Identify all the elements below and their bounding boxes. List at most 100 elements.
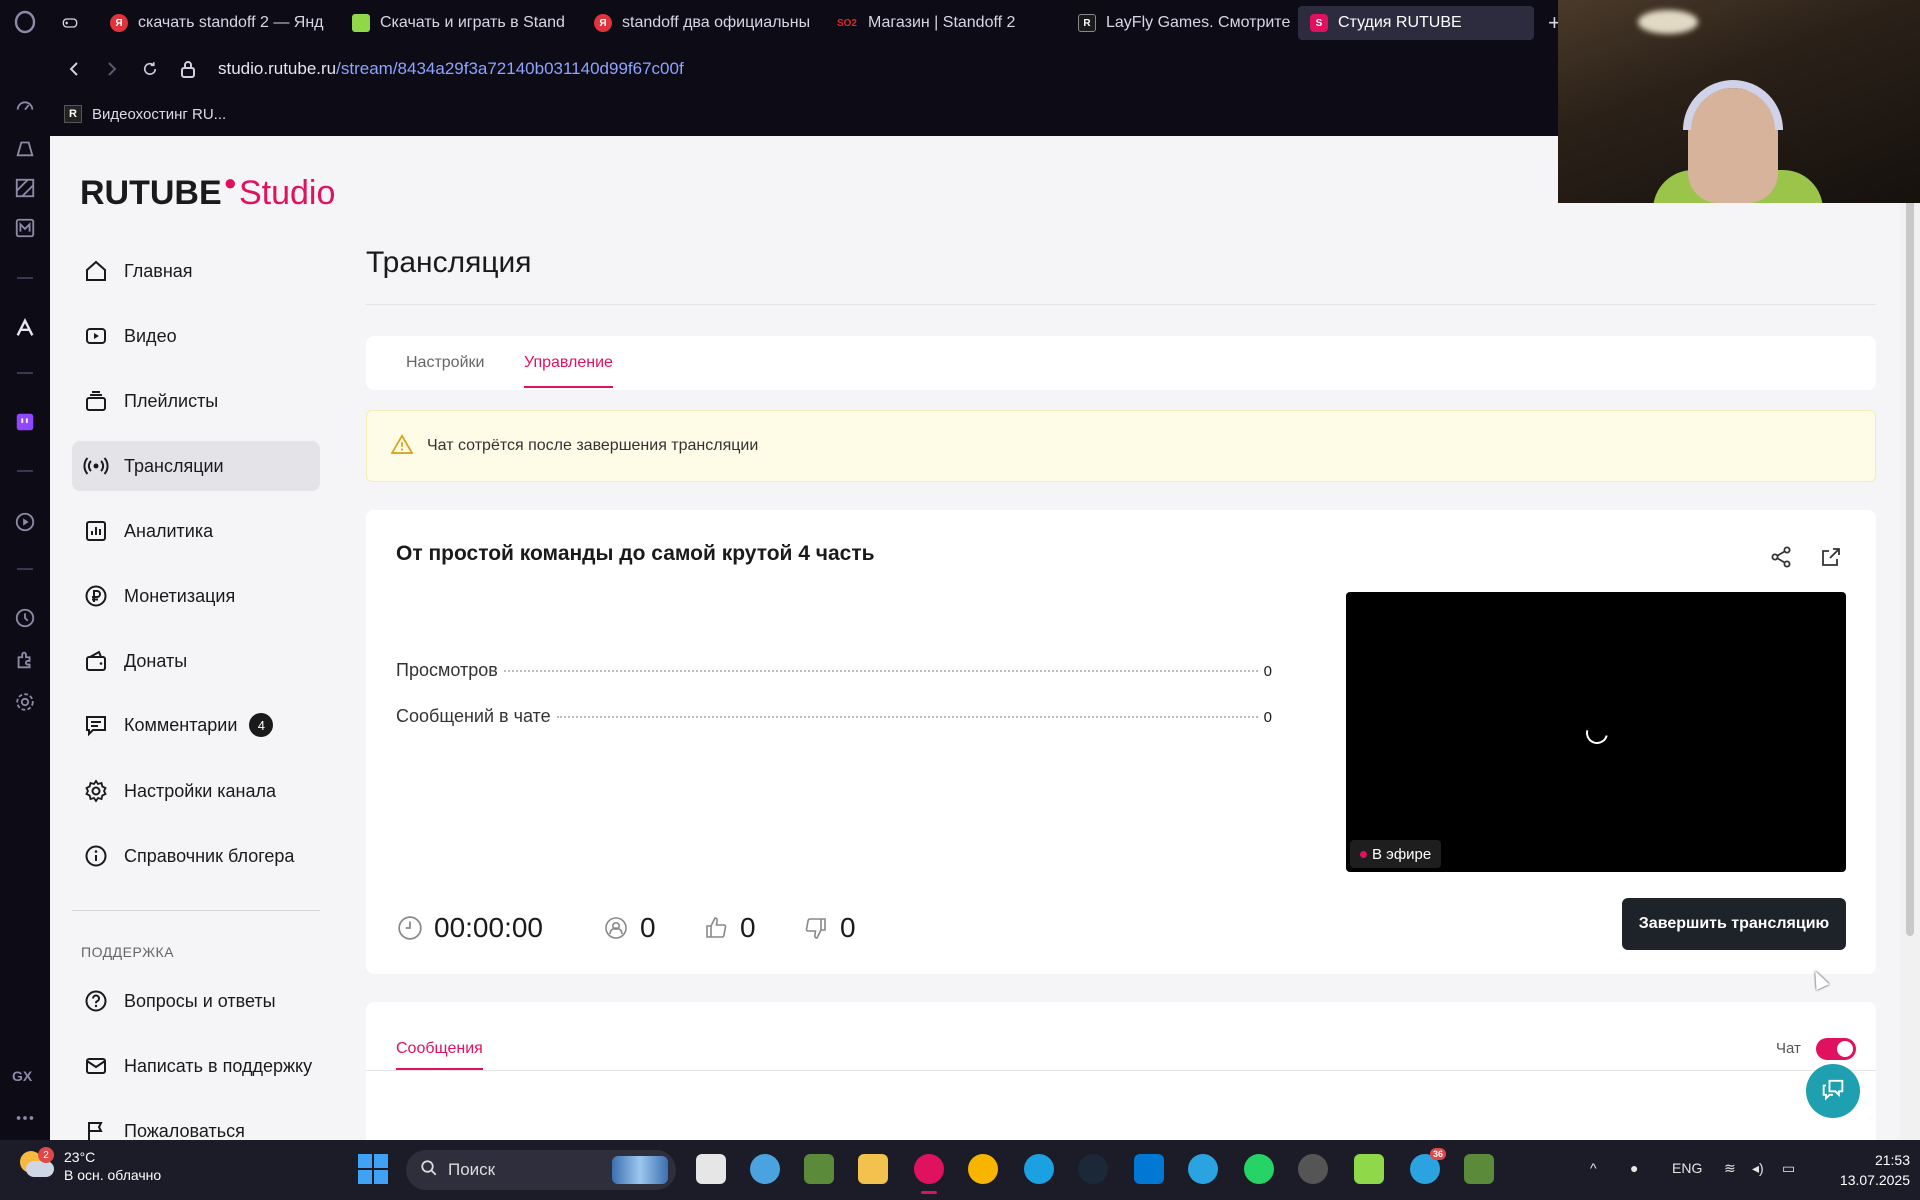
battery-icon[interactable]: ▭ (1782, 1160, 1795, 1177)
browser-tab[interactable]: Скачать и играть в Stand (340, 6, 580, 40)
support-chat-icon (1819, 1075, 1847, 1108)
windows-start-icon[interactable] (358, 1154, 388, 1184)
analytics-icon (82, 517, 110, 545)
microphone-icon[interactable]: ● (1630, 1160, 1638, 1176)
sidebar-item-broadcasts[interactable]: Трансляции (72, 441, 320, 491)
sidebar-item-report[interactable]: Пожаловаться (72, 1106, 320, 1140)
music-app-icon[interactable] (968, 1154, 998, 1184)
whatsapp-icon[interactable] (1244, 1154, 1274, 1184)
wifi-icon[interactable]: ≋ (1724, 1160, 1736, 1177)
url-field[interactable]: studio.rutube.ru/stream/8434a29f3a72140b… (218, 59, 684, 79)
sidebar-item-playlists[interactable]: Плейлисты (72, 376, 320, 426)
game-tab-icon[interactable] (50, 6, 90, 40)
page-title: Трансляция (366, 246, 532, 279)
sidebar-item-comments[interactable]: Комментарии 4 (72, 700, 320, 750)
thumbs-down-icon (802, 914, 830, 942)
extensions-icon[interactable] (13, 648, 37, 672)
browser-tab[interactable]: Я standoff два официальны (582, 6, 822, 40)
task-view-icon[interactable] (696, 1154, 726, 1184)
settings-gear-icon[interactable] (13, 690, 37, 714)
sidebar-item-blogger-guide[interactable]: Справочник блогера (72, 831, 320, 881)
stream-preview-player[interactable]: В эфире (1346, 592, 1846, 872)
gear-icon (82, 777, 110, 805)
chat-toggle[interactable] (1816, 1038, 1856, 1060)
rail-divider (17, 277, 33, 279)
mail-app-icon[interactable] (13, 216, 37, 240)
tab-messages[interactable]: Сообщения (396, 1040, 483, 1070)
url-path: /stream/8434a29f3a72140b031140d99f67c00f (336, 59, 684, 78)
sidebar-item-monetization[interactable]: Монетизация (72, 571, 320, 621)
chat-toggle-label: Чат (1776, 1040, 1801, 1057)
page-scrollbar[interactable] (1900, 136, 1920, 1140)
file-explorer-icon[interactable] (858, 1154, 888, 1184)
sidebar-item-home[interactable]: Главная (72, 246, 320, 296)
chat-warning-banner: Чат сотрётся после завершения трансляции (366, 410, 1876, 482)
minecraft-icon[interactable] (804, 1154, 834, 1184)
weather-widget[interactable]: 2 23°C В осн. облачно (20, 1147, 161, 1184)
stream-title: От простой команды до самой крутой 4 час… (396, 542, 875, 565)
scrollbar-thumb[interactable] (1906, 196, 1914, 936)
volume-icon[interactable]: ◂) (1752, 1160, 1764, 1177)
sidebar-divider (72, 910, 320, 911)
stream-tabs: Настройки Управление (366, 336, 1876, 390)
minecraft-2-icon[interactable] (1464, 1154, 1494, 1184)
reload-icon[interactable] (136, 55, 164, 83)
yandex-icon: Я (594, 14, 612, 32)
back-icon[interactable] (60, 55, 88, 83)
lock-icon[interactable] (174, 55, 202, 83)
player-icon[interactable] (13, 510, 37, 534)
telegram-icon[interactable] (1188, 1154, 1218, 1184)
sidebar-item-analytics[interactable]: Аналитика (72, 506, 320, 556)
dot-leader (503, 670, 1258, 672)
logo-dot: ● (223, 170, 237, 195)
duration-metric: 00:00:00 (396, 912, 543, 944)
aria-icon[interactable] (13, 316, 37, 340)
twitch-icon[interactable] (13, 410, 37, 434)
thumbs-up-icon (702, 914, 730, 942)
more-icon[interactable] (13, 1106, 37, 1130)
gx-control-icon[interactable] (13, 136, 37, 160)
url-host: studio.rutube.ru (218, 59, 337, 78)
share-icon[interactable] (1766, 542, 1796, 572)
browser-tab-active[interactable]: S Студия RUTUBE (1298, 6, 1534, 40)
help-chat-button[interactable] (1806, 1064, 1860, 1118)
bluestacks-taskbar-icon[interactable] (1354, 1154, 1384, 1184)
opera-gx-icon[interactable] (914, 1154, 944, 1194)
telegram-2-icon[interactable]: 36 (1410, 1148, 1446, 1184)
sidebar-item-contact-support[interactable]: Написать в поддержку (72, 1041, 320, 1091)
sidebar-item-channel-settings[interactable]: Настройки канала (72, 766, 320, 816)
tray-chevron-icon[interactable]: ^ (1590, 1160, 1597, 1176)
browser-tab[interactable]: Я скачать standoff 2 — Янд (98, 6, 338, 40)
open-external-icon[interactable] (1816, 542, 1846, 572)
clock-date: 13.07.2025 (1839, 1172, 1910, 1188)
tab-settings[interactable]: Настройки (406, 354, 484, 372)
language-indicator[interactable]: ENG (1672, 1160, 1702, 1176)
forward-icon[interactable] (98, 55, 126, 83)
gx-corner-icon[interactable] (13, 176, 37, 200)
browser-tab[interactable]: R LayFly Games. Смотрите (1066, 6, 1306, 40)
sidebar-item-video[interactable]: Видео (72, 311, 320, 361)
history-icon[interactable] (13, 606, 37, 630)
sidebar-item-donations[interactable]: Донаты (72, 636, 320, 686)
sidebar-item-faq[interactable]: Вопросы и ответы (72, 976, 320, 1026)
opera-logo-icon[interactable] (13, 10, 37, 34)
edge-icon[interactable] (1024, 1154, 1054, 1184)
end-stream-button[interactable]: Завершить трансляцию (1622, 898, 1846, 950)
windows-taskbar: 2 23°C В осн. облачно Поиск 36 ^ ● ENG ≋… (0, 1140, 1920, 1200)
taskbar-search[interactable]: Поиск (406, 1150, 676, 1190)
bookmark-rutube[interactable]: Видеохостинг RU... (92, 106, 226, 123)
browser-tab[interactable]: SO2 Магазин | Standoff 2 (824, 6, 1064, 40)
title-divider (366, 304, 1876, 305)
speed-dial-icon[interactable] (13, 94, 37, 118)
rutube-studio-logo[interactable]: RUTUBE ● Studio (80, 170, 335, 213)
explorer-globe-icon[interactable] (750, 1154, 780, 1184)
steam-icon[interactable] (1078, 1154, 1108, 1184)
app-circle-icon[interactable] (1298, 1154, 1328, 1184)
messages-divider (366, 1070, 1876, 1071)
tab-management[interactable]: Управление (524, 354, 613, 388)
so2-icon: SO2 (836, 17, 857, 29)
taskbar-clock[interactable]: 21:53 13.07.2025 (1836, 1150, 1910, 1190)
store-icon[interactable] (1134, 1154, 1164, 1184)
weather-icon: 2 (20, 1147, 54, 1181)
rutube-icon: R (1078, 14, 1096, 32)
